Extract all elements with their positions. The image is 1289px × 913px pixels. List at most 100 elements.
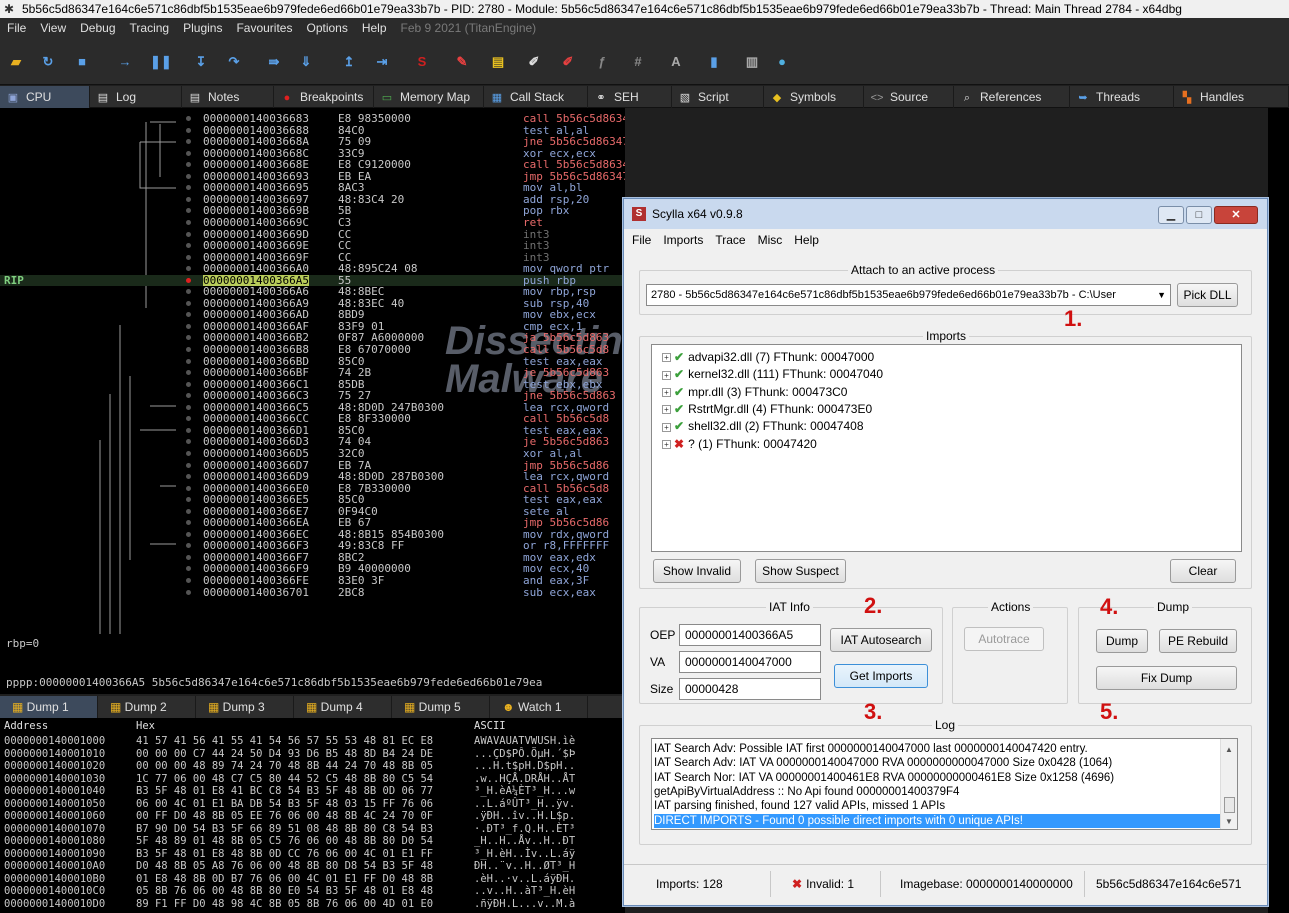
minimize-icon[interactable]: ▁	[1158, 206, 1184, 224]
show-suspect-button[interactable]: Show Suspect	[755, 559, 846, 583]
dump-button[interactable]: Dump	[1096, 629, 1148, 653]
breakpoint-slot-icon[interactable]	[186, 323, 191, 329]
breakpoint-slot-icon[interactable]	[186, 254, 191, 260]
dump-row[interactable]: 0000000140001030 1C 77 06 00 48 C7 C5 80 …	[0, 773, 625, 784]
tab-breakpoints[interactable]: ● Breakpoints	[274, 86, 374, 108]
dump-row[interactable]: 0000000140001050 06 00 4C 01 E1 BA DB 54 …	[0, 798, 625, 809]
disassembly-view[interactable]: DissectingMalware 0000000140036683E8 983…	[0, 108, 625, 634]
import-module-item[interactable]: + ✔ mpr.dll (3) FThunk: 000473C0	[662, 384, 847, 401]
expand-icon[interactable]: +	[662, 439, 671, 449]
tab-source[interactable]: <> Source	[864, 86, 954, 108]
disasm-row[interactable]: 0000000140036683 E8 98350000 call 5b56c5d8…	[0, 113, 625, 125]
tab-dump-5[interactable]: ▦ Dump 5	[392, 696, 490, 718]
patch-icon[interactable]: ✎	[454, 54, 470, 70]
globe-icon[interactable]: ●	[774, 54, 790, 70]
dump-row[interactable]: 0000000140001090 B3 5F 48 01 E8 48 8B 0D …	[0, 848, 625, 859]
disasm-row[interactable]: 00000001400366C3 75 27 jne 5b56c5d863	[0, 390, 625, 402]
tab-script[interactable]: ▧ Script	[672, 86, 764, 108]
imports-tree[interactable]: + ✔ advapi32.dll (7) FThunk: 00047000 + ✔ ker…	[651, 344, 1242, 552]
breakpoint-slot-icon[interactable]	[186, 531, 191, 537]
scroll-up-icon[interactable]: ▲	[1225, 745, 1233, 754]
breakpoint-slot-icon[interactable]	[186, 266, 191, 272]
breakpoint-slot-icon[interactable]	[186, 150, 191, 156]
tab-watch-1[interactable]: ☻ Watch 1	[490, 696, 588, 718]
disasm-row[interactable]: 0000000140036701 2BC8 sub ecx,eax	[0, 587, 625, 599]
breakpoint-slot-icon[interactable]	[186, 462, 191, 468]
breakpoint-slot-icon[interactable]	[186, 370, 191, 376]
execute-till-return-icon[interactable]: ↥	[341, 54, 357, 70]
bookmarks-icon[interactable]: ✐	[560, 54, 576, 70]
pick-dll-button[interactable]: Pick DLL	[1177, 283, 1238, 307]
log-list[interactable]: IAT Search Adv: Possible IAT first 00000…	[651, 738, 1238, 830]
tab-dump-2[interactable]: ▦ Dump 2	[98, 696, 196, 718]
dump-row[interactable]: 00000001400010A0 D0 48 8B 05 A8 76 06 00 …	[0, 861, 625, 872]
stop-icon[interactable]: ■	[74, 54, 90, 70]
scylla-menu-trace[interactable]: Trace	[707, 229, 749, 251]
menu-options[interactable]: Options	[299, 18, 354, 39]
get-imports-button[interactable]: Get Imports	[834, 664, 928, 688]
disasm-row[interactable]: 000000014003669C C3 ret	[0, 217, 625, 229]
open-icon[interactable]: ▰	[8, 54, 24, 70]
run-to-user-code-icon[interactable]: ⇥	[374, 54, 390, 70]
disasm-row[interactable]: 000000014003668E E8 C9120000 call 5b56c5d8…	[0, 159, 625, 171]
tab-handles[interactable]: ▚ Handles	[1174, 86, 1289, 108]
breakpoint-slot-icon[interactable]	[186, 289, 191, 295]
tab-dump-4[interactable]: ▦ Dump 4	[294, 696, 392, 718]
labels-icon[interactable]: ✐	[526, 54, 542, 70]
log-line[interactable]: getApiByVirtualAddress :: No Api found 0…	[654, 785, 1220, 799]
functions-icon[interactable]: ƒ	[594, 54, 610, 70]
tab-log[interactable]: ▤ Log	[90, 86, 182, 108]
breakpoint-slot-icon[interactable]	[186, 427, 191, 433]
breakpoint-slot-icon[interactable]	[186, 381, 191, 387]
breakpoint-slot-icon[interactable]	[186, 543, 191, 549]
trace-into-icon[interactable]: ⇛	[266, 54, 282, 70]
breakpoint-slot-icon[interactable]	[186, 219, 191, 225]
log-line[interactable]: IAT Search Adv: IAT VA 0000000140047000 …	[654, 756, 1220, 770]
import-module-item[interactable]: + ✔ kernel32.dll (111) FThunk: 00047040	[662, 366, 883, 383]
pause-icon[interactable]: ❚❚	[150, 54, 172, 70]
disasm-row[interactable]: 000000014003668A 75 09 jne 5b56c5d86347e16…	[0, 136, 625, 148]
breakpoint-slot-icon[interactable]	[186, 173, 191, 179]
disasm-row[interactable]: 00000001400366D5 32C0 xor al,al	[0, 448, 625, 460]
disasm-row[interactable]: 00000001400366B8 E8 67070000 call 5b56c5d8	[0, 344, 625, 356]
scroll-down-icon[interactable]: ▼	[1225, 817, 1233, 826]
breakpoint-slot-icon[interactable]	[186, 508, 191, 514]
disasm-row[interactable]: 00000001400366E5 85C0 test eax,eax	[0, 494, 625, 506]
breakpoint-slot-icon[interactable]	[186, 312, 191, 318]
fix-dump-button[interactable]: Fix Dump	[1096, 666, 1237, 690]
restart-icon[interactable]: ↻	[40, 54, 56, 70]
menu-file[interactable]: File	[0, 18, 33, 39]
calculator-icon[interactable]: ▮	[706, 54, 722, 70]
tab-references[interactable]: ⌕ References	[954, 86, 1070, 108]
tab-seh[interactable]: ⚭ SEH	[588, 86, 672, 108]
iat-autosearch-button[interactable]: IAT Autosearch	[830, 628, 932, 652]
breakpoint-slot-icon[interactable]	[186, 127, 191, 133]
oep-field[interactable]: 00000001400366A5	[679, 624, 821, 646]
expand-icon[interactable]: +	[662, 422, 671, 432]
hash-icon[interactable]: #	[630, 54, 646, 70]
dump-row[interactable]: 0000000140001080 5F 48 89 01 48 8B 05 C5 …	[0, 836, 625, 847]
breakpoint-slot-icon[interactable]	[186, 300, 191, 306]
breakpoint-slot-icon[interactable]	[186, 231, 191, 237]
breakpoint-slot-icon[interactable]	[186, 439, 191, 445]
dump-row[interactable]: 0000000140001020 00 00 00 48 89 74 24 70 …	[0, 761, 625, 772]
menu-view[interactable]: View	[33, 18, 73, 39]
breakpoint-slot-icon[interactable]	[186, 208, 191, 214]
log-line[interactable]: IAT Search Adv: Possible IAT first 00000…	[654, 742, 1220, 756]
breakpoint-slot-icon[interactable]	[186, 162, 191, 168]
breakpoint-slot-icon[interactable]	[186, 566, 191, 572]
scylla-menu-file[interactable]: File	[624, 229, 655, 251]
menu-favourites[interactable]: Favourites	[229, 18, 299, 39]
menu-tracing[interactable]: Tracing	[123, 18, 177, 39]
breakpoint-slot-icon[interactable]	[186, 358, 191, 364]
log-scrollbar[interactable]: ▲ ▼	[1220, 739, 1237, 829]
process-select[interactable]: 2780 - 5b56c5d86347e164c6e571c86dbf5b153…	[646, 284, 1171, 306]
tab-cpu[interactable]: ▣ CPU	[0, 86, 90, 108]
breakpoint-slot-icon[interactable]	[186, 196, 191, 202]
import-module-item[interactable]: + ✔ shell32.dll (2) FThunk: 00047408	[662, 418, 864, 435]
dump-row[interactable]: 00000001400010D0 89 F1 FF D0 48 98 4C 8B …	[0, 898, 625, 909]
scylla-menu-misc[interactable]: Misc	[750, 229, 787, 251]
breakpoint-slot-icon[interactable]	[186, 243, 191, 249]
import-module-item[interactable]: + ✔ advapi32.dll (7) FThunk: 00047000	[662, 349, 874, 366]
dump-row[interactable]: 0000000140001070 B7 90 D0 54 B3 5F 66 89 …	[0, 823, 625, 834]
